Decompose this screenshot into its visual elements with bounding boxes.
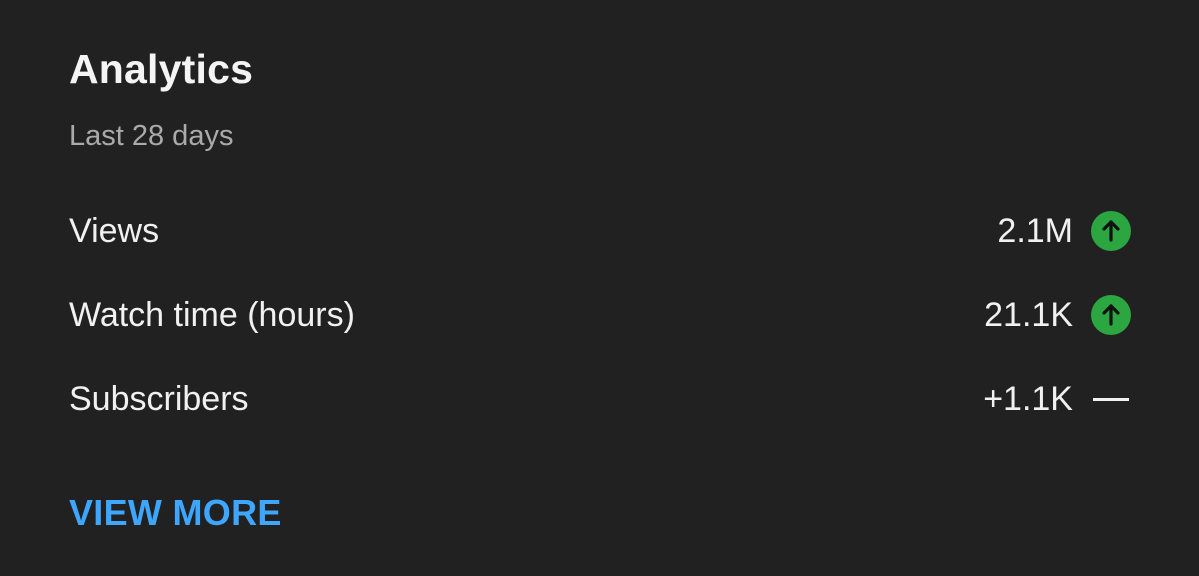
metric-row-subscribers: Subscribers +1.1K bbox=[69, 374, 1131, 424]
metric-label: Subscribers bbox=[69, 380, 249, 418]
metric-label: Watch time (hours) bbox=[69, 296, 355, 334]
view-more-button[interactable]: VIEW MORE bbox=[69, 490, 282, 536]
metric-value: 21.1K bbox=[984, 296, 1073, 334]
arrow-up-icon bbox=[1091, 295, 1131, 335]
card-title: Analytics bbox=[69, 46, 254, 92]
metric-row-views: Views 2.1M bbox=[69, 206, 1131, 256]
metric-value: 2.1M bbox=[997, 212, 1073, 250]
metric-label: Views bbox=[69, 212, 160, 250]
metric-value-group: +1.1K bbox=[983, 374, 1131, 424]
dash-icon bbox=[1093, 397, 1129, 401]
metric-row-watch-time: Watch time (hours) 21.1K bbox=[69, 290, 1131, 340]
metric-value-group: 2.1M bbox=[997, 206, 1131, 256]
arrow-up-icon bbox=[1091, 211, 1131, 251]
analytics-card: Analytics Last 28 days Views 2.1M Watch … bbox=[0, 0, 1199, 576]
metric-value-group: 21.1K bbox=[984, 290, 1131, 340]
period-label: Last 28 days bbox=[69, 120, 234, 152]
metric-value: +1.1K bbox=[983, 380, 1073, 418]
